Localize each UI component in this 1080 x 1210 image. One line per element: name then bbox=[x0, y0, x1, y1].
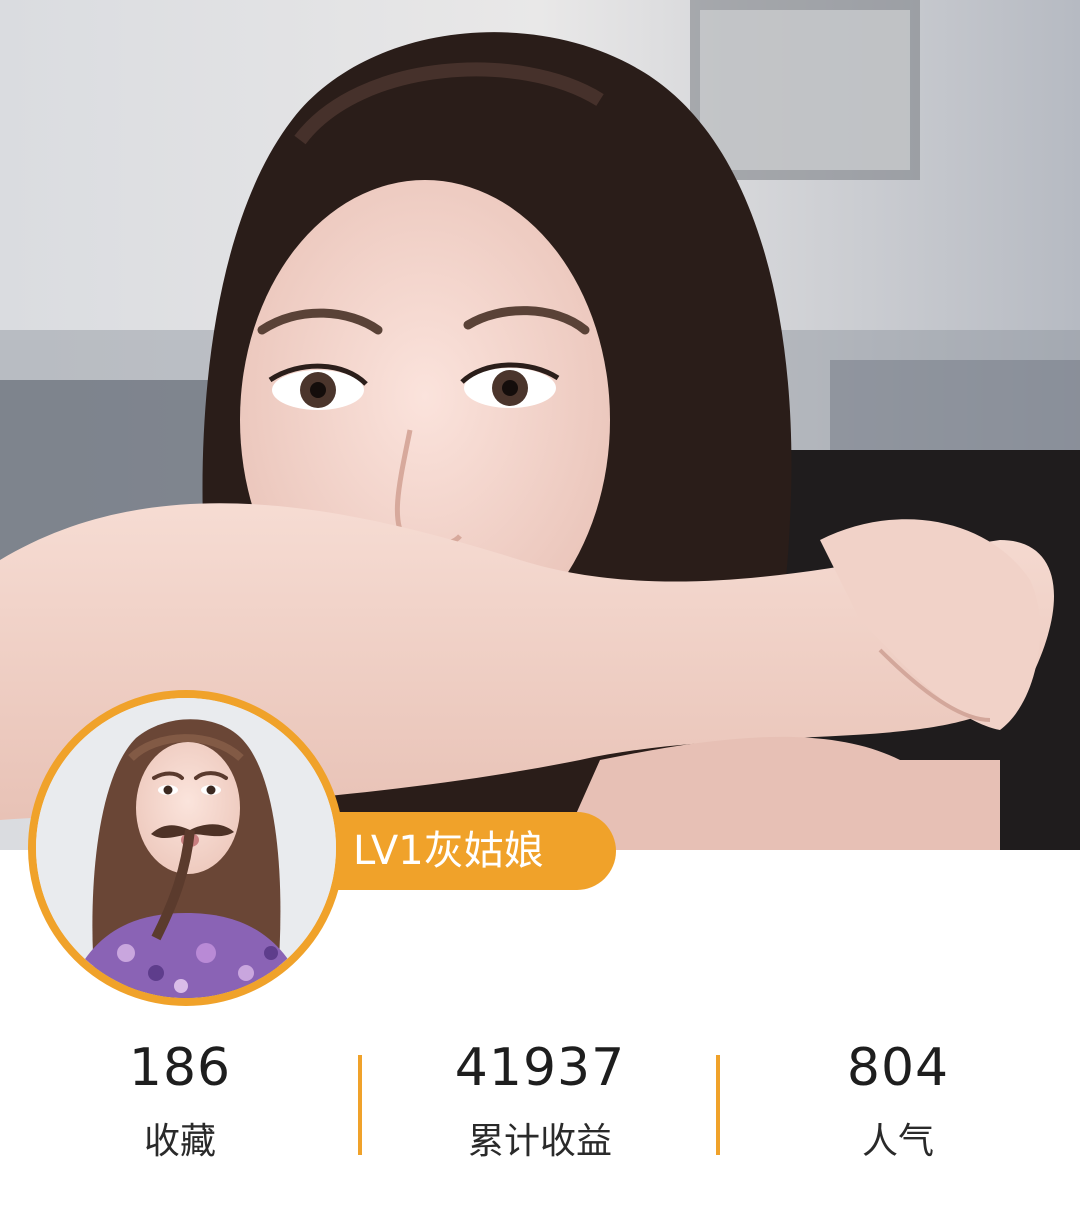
stat-earnings-value: 41937 bbox=[454, 1038, 626, 1098]
stat-popularity-label: 人气 bbox=[861, 1121, 934, 1162]
badge-text: LV1灰姑娘 bbox=[353, 828, 544, 874]
profile-stats: 186 收藏 41937 累计收益 804 人气 bbox=[0, 1030, 1080, 1180]
stat-favorites-label: 收藏 bbox=[143, 1121, 216, 1162]
stat-earnings-label: 累计收益 bbox=[467, 1121, 612, 1162]
stat-favorites-value: 186 bbox=[128, 1038, 232, 1098]
avatar[interactable] bbox=[28, 690, 344, 1006]
stat-earnings[interactable]: 41937 累计收益 bbox=[360, 1030, 720, 1168]
stat-popularity[interactable]: 804 人气 bbox=[718, 1030, 1078, 1168]
stat-favorites[interactable]: 186 收藏 bbox=[0, 1030, 360, 1168]
stat-popularity-value: 804 bbox=[846, 1038, 950, 1098]
